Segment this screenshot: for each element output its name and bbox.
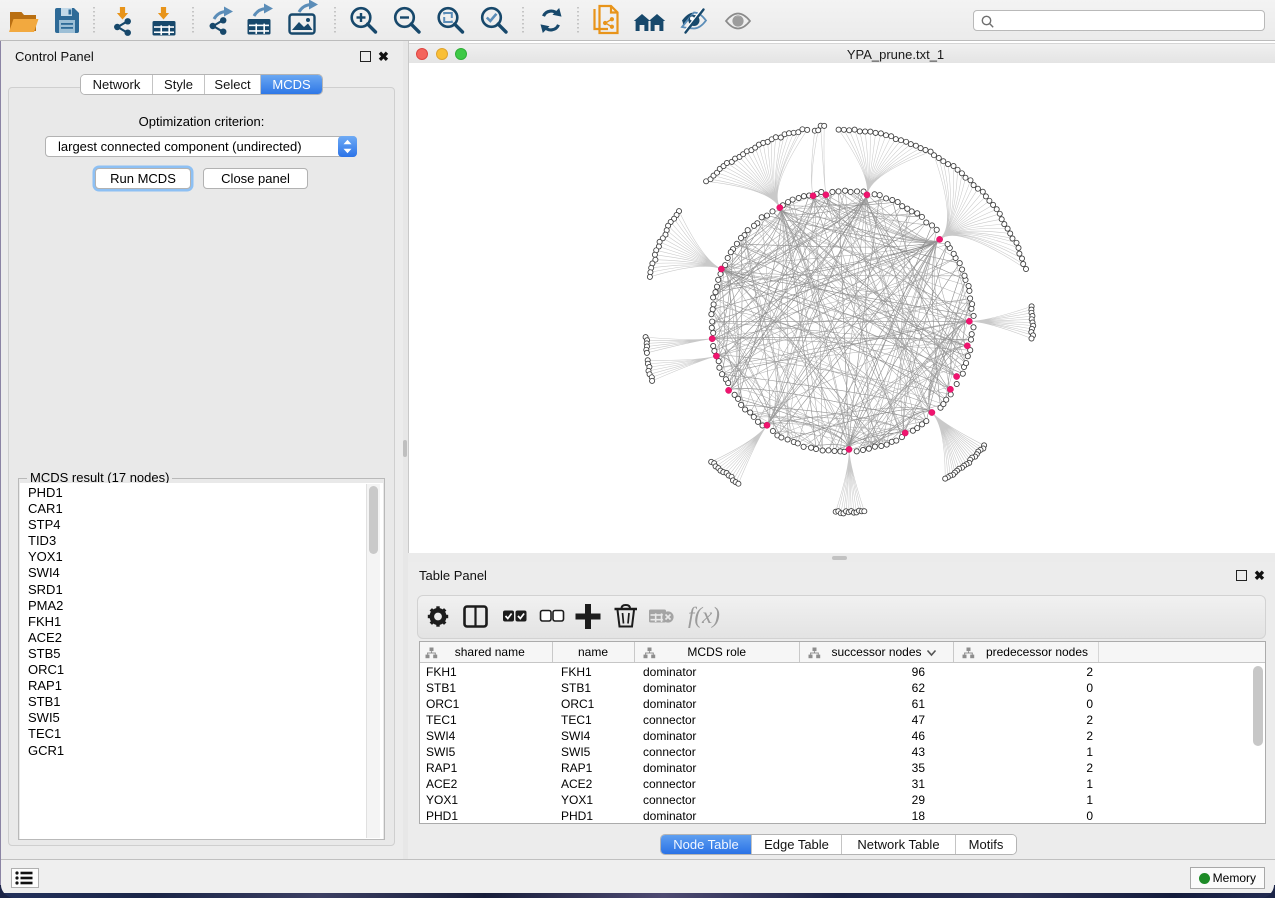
svg-text:f(x): f(x) xyxy=(688,603,720,628)
